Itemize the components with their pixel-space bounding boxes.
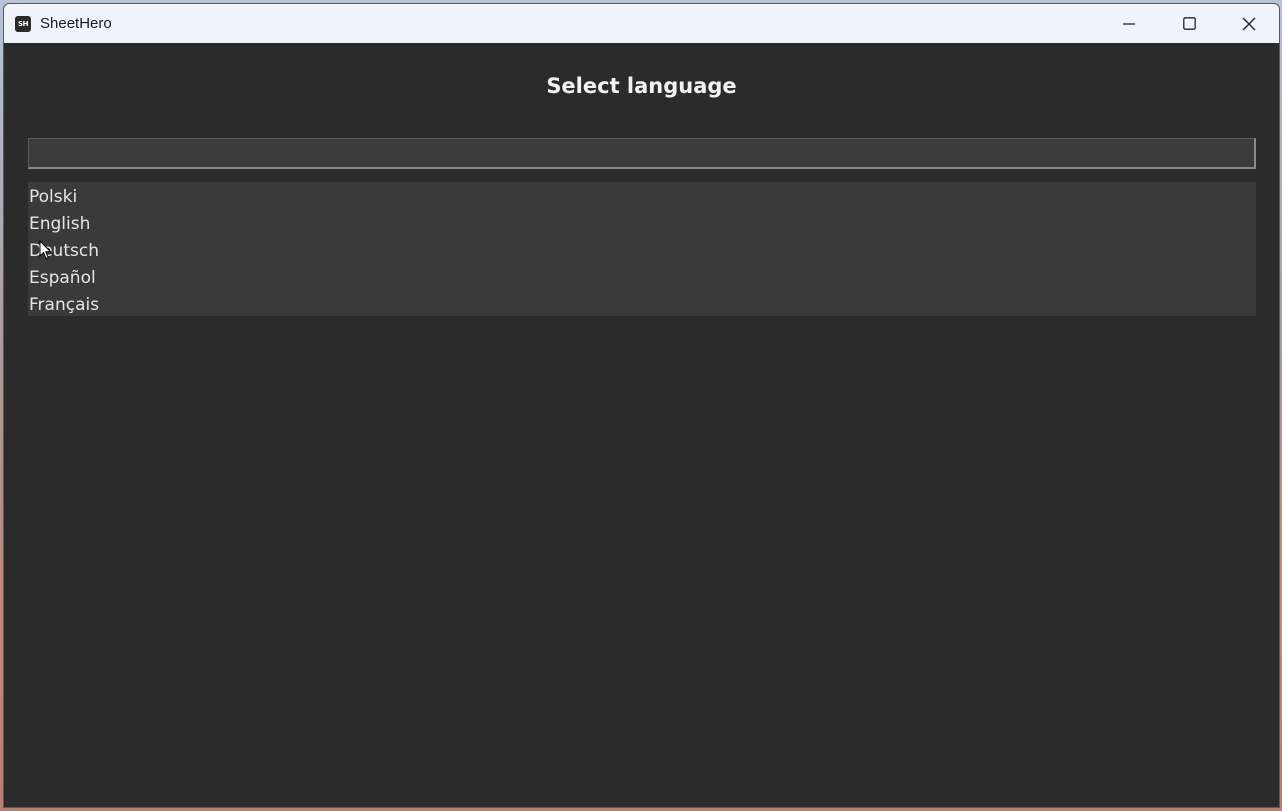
close-button[interactable]: [1219, 4, 1279, 43]
language-item-deutsch[interactable]: Deutsch: [28, 238, 1256, 265]
title-bar[interactable]: SH SheetHero: [4, 4, 1279, 43]
app-window: SH SheetHero Select language Polski Engl…: [3, 3, 1280, 808]
minimize-button[interactable]: [1099, 4, 1159, 43]
language-search-input[interactable]: [28, 138, 1256, 169]
page-title: Select language: [546, 74, 737, 98]
language-item-polski[interactable]: Polski: [28, 184, 1256, 211]
maximize-icon: [1182, 17, 1196, 30]
language-item-espanol[interactable]: Español: [28, 265, 1256, 292]
language-item-francais[interactable]: Français: [28, 292, 1256, 319]
window-title: SheetHero: [40, 15, 112, 32]
minimize-icon: [1123, 22, 1135, 25]
language-item-english[interactable]: English: [28, 211, 1256, 238]
language-list: Polski English Deutsch Español Français: [28, 182, 1256, 316]
app-logo-icon: SH: [15, 15, 31, 32]
window-controls: [1099, 4, 1279, 43]
maximize-button[interactable]: [1159, 4, 1219, 43]
close-icon: [1242, 17, 1256, 30]
